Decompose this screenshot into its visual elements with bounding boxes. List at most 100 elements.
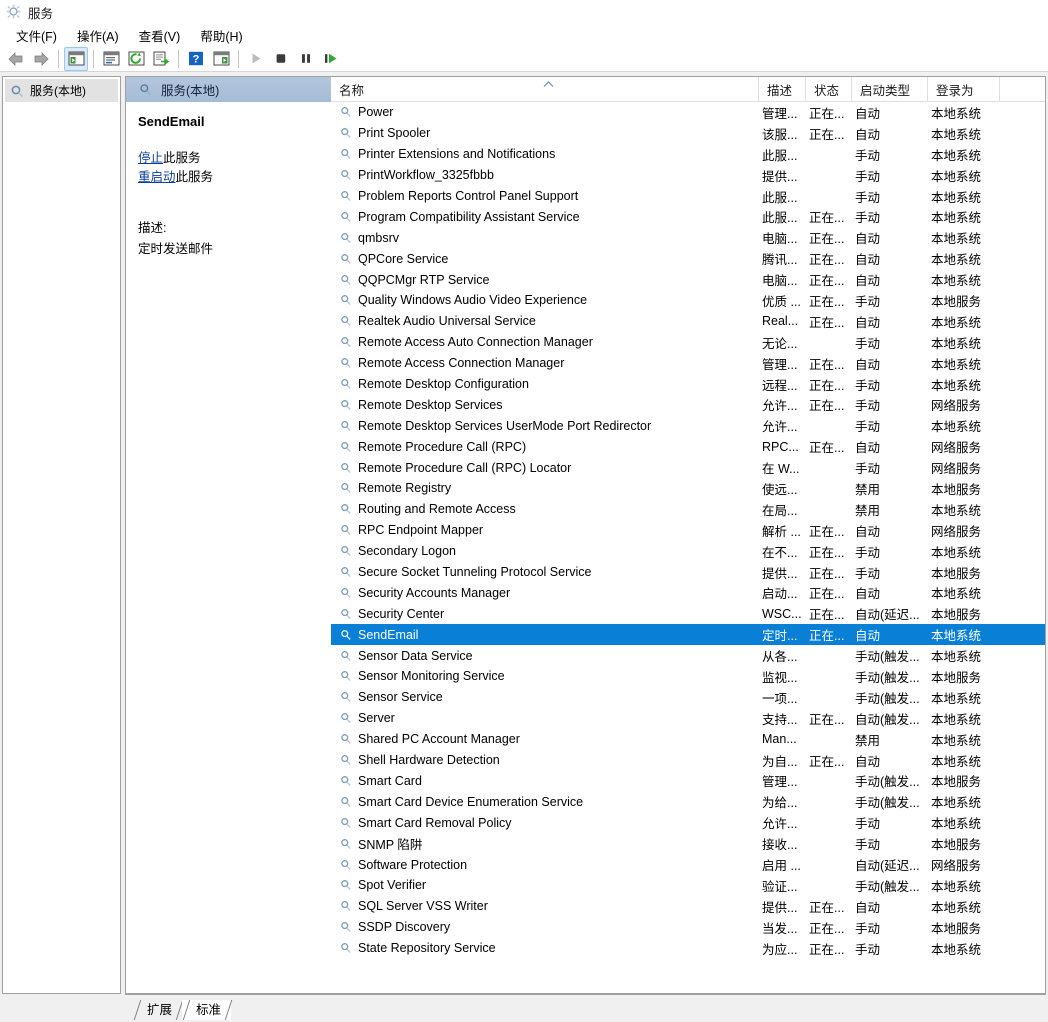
service-row[interactable]: Routing and Remote Access 在局... 禁用 本地系统 xyxy=(331,499,1045,520)
service-row[interactable]: Sensor Service 一项... 手动(触发... 本地系统 xyxy=(331,687,1045,708)
service-row[interactable]: Smart Card 管理... 手动(触发... 本地服务 xyxy=(331,771,1045,792)
service-gear-icon xyxy=(339,586,353,600)
toolbar-pause-service[interactable] xyxy=(294,47,318,71)
toolbar-export-list[interactable] xyxy=(149,47,173,71)
service-row[interactable]: Quality Windows Audio Video Experience 优质… xyxy=(331,290,1045,311)
tree-node-services-local[interactable]: 服务(本地) xyxy=(5,79,118,102)
service-row[interactable]: Secondary Logon 在不... 正在... 手动 本地系统 xyxy=(331,541,1045,562)
service-row[interactable]: Shared PC Account Manager Man... 禁用 本地系统 xyxy=(331,729,1045,750)
service-startup-type-cell: 手动(触发... xyxy=(855,691,920,706)
service-row[interactable]: Sensor Data Service 从各... 手动(触发... 本地系统 xyxy=(331,645,1045,666)
service-status-cell: 正在... xyxy=(809,127,845,142)
service-row[interactable]: Server 支持... 正在... 自动(触发... 本地系统 xyxy=(331,708,1045,729)
service-row[interactable]: SQL Server VSS Writer 提供... 正在... 自动 本地系统 xyxy=(331,896,1045,917)
service-row[interactable]: Problem Reports Control Panel Support 此服.… xyxy=(331,186,1045,207)
service-row[interactable]: Print Spooler 该服... 正在... 自动 本地系统 xyxy=(331,123,1045,144)
toolbar-forward[interactable] xyxy=(29,47,53,71)
service-startup-type-cell: 自动 xyxy=(855,127,881,142)
service-name-label: State Repository Service xyxy=(358,941,496,956)
menu-help[interactable]: 帮助(H) xyxy=(190,24,252,47)
service-description-cell: 提供... xyxy=(762,566,798,581)
service-row[interactable]: qmbsrv 电脑... 正在... 自动 本地系统 xyxy=(331,227,1045,248)
service-row[interactable]: Smart Card Device Enumeration Service 为给.… xyxy=(331,791,1045,812)
service-row[interactable]: QPCore Service 腾讯... 正在... 自动 本地系统 xyxy=(331,248,1045,269)
toolbar-show-action-pane[interactable] xyxy=(209,47,233,71)
toolbar-stop-service[interactable] xyxy=(269,47,293,71)
service-row[interactable]: SNMP 陷阱 接收... 手动 本地服务 xyxy=(331,833,1045,854)
column-header-name[interactable]: 名称 xyxy=(331,77,759,101)
stop-service-link[interactable]: 停止 xyxy=(138,151,163,165)
service-row[interactable]: Remote Procedure Call (RPC) Locator 在 W..… xyxy=(331,457,1045,478)
toolbar-show-hide-console-tree[interactable] xyxy=(64,46,88,71)
restart-service-link[interactable]: 重启动 xyxy=(138,170,176,184)
service-row[interactable]: Secure Socket Tunneling Protocol Service… xyxy=(331,562,1045,583)
toolbar-restart-service[interactable] xyxy=(319,47,343,71)
service-description-cell: 允许... xyxy=(762,399,798,414)
service-log-on-as-cell: 本地系统 xyxy=(931,274,982,289)
column-header-description[interactable]: 描述 xyxy=(759,77,806,101)
service-row[interactable]: Remote Registry 使远... 禁用 本地服务 xyxy=(331,478,1045,499)
service-description-cell: Man... xyxy=(762,732,797,747)
description-label: 描述: xyxy=(138,221,167,235)
service-name-cell: Smart Card Removal Policy xyxy=(331,816,759,830)
menu-view[interactable]: 查看(V) xyxy=(129,24,191,47)
service-row[interactable]: SSDP Discovery 当发... 正在... 手动 本地服务 xyxy=(331,917,1045,938)
service-row[interactable]: Remote Desktop Services 允许... 正在... 手动 网络服务 xyxy=(331,394,1045,415)
service-row[interactable]: Remote Access Auto Connection Manager 无论.… xyxy=(331,332,1045,353)
column-header-startup-type[interactable]: 启动类型 xyxy=(852,77,928,101)
service-gear-icon xyxy=(339,899,353,913)
column-header-status[interactable]: 状态 xyxy=(806,77,852,101)
service-description-cell: 远程... xyxy=(762,378,798,393)
service-row[interactable]: Remote Access Connection Manager 管理... 正在.… xyxy=(331,353,1045,374)
toolbar-properties[interactable] xyxy=(99,47,123,71)
service-description-cell: 验证... xyxy=(762,879,798,894)
service-row[interactable]: Remote Desktop Services UserMode Port Re… xyxy=(331,415,1045,436)
service-row[interactable]: Smart Card Removal Policy 允许... 手动 本地系统 xyxy=(331,812,1045,833)
service-row[interactable]: State Repository Service 为应... 正在... 手动 本地系统 xyxy=(331,938,1045,959)
service-row[interactable]: Remote Procedure Call (RPC) RPC... 正在... 自动… xyxy=(331,436,1045,457)
service-gear-icon xyxy=(339,732,353,746)
service-row[interactable]: Realtek Audio Universal Service Real... 正在… xyxy=(331,311,1045,332)
list-body[interactable]: Power 管理... 正在... 自动 本地系统 Print Spooler 该服... 正… xyxy=(331,102,1045,993)
service-startup-type-cell: 自动 xyxy=(855,253,881,268)
service-startup-type-cell: 手动 xyxy=(855,545,881,560)
service-log-on-as-cell: 本地系统 xyxy=(931,900,982,915)
service-gear-icon xyxy=(339,377,353,391)
service-startup-type-cell: 手动(触发... xyxy=(855,650,920,665)
service-row[interactable]: RPC Endpoint Mapper 解析 ... 正在... 自动 网络服务 xyxy=(331,520,1045,541)
service-row[interactable]: Spot Verifier 验证... 手动(触发... 本地系统 xyxy=(331,875,1045,896)
service-row[interactable]: Power 管理... 正在... 自动 本地系统 xyxy=(331,102,1045,123)
service-row[interactable]: QQPCMgr RTP Service 电脑... 正在... 自动 本地系统 xyxy=(331,269,1045,290)
service-row[interactable]: Shell Hardware Detection 为自... 正在... 自动 本地系统 xyxy=(331,750,1045,771)
tab-standard[interactable]: 标准 xyxy=(182,1000,232,1020)
tab-extended[interactable]: 扩展 xyxy=(133,1000,182,1020)
service-gear-icon xyxy=(339,628,353,642)
service-row[interactable]: Software Protection 启用 ... 自动(延迟... 网络服务 xyxy=(331,854,1045,875)
service-row[interactable]: Remote Desktop Configuration 远程... 正在... 手动… xyxy=(331,374,1045,395)
service-row[interactable]: Printer Extensions and Notifications 此服..… xyxy=(331,144,1045,165)
service-row[interactable]: Security Center WSC... 正在... 自动(延迟... 本地服务 xyxy=(331,603,1045,624)
selected-service-name: SendEmail xyxy=(138,114,205,129)
service-name-label: Smart Card xyxy=(358,773,422,788)
column-header-name-label: 名称 xyxy=(339,83,365,98)
menu-file[interactable]: 文件(F) xyxy=(6,24,67,47)
service-gear-icon xyxy=(339,293,353,307)
toolbar-refresh[interactable] xyxy=(124,47,148,71)
service-row[interactable]: Program Compatibility Assistant Service 此… xyxy=(331,206,1045,227)
toolbar-back[interactable] xyxy=(4,47,28,71)
service-gear-icon xyxy=(339,189,353,203)
stop-service-line: 停止此服务 xyxy=(138,149,319,168)
service-gear-icon xyxy=(339,105,353,119)
menu-action[interactable]: 操作(A) xyxy=(67,24,129,47)
service-row[interactable]: Sensor Monitoring Service 监视... 手动(触发... 本地… xyxy=(331,666,1045,687)
service-row[interactable]: PrintWorkflow_3325fbbb 提供... 手动 本地系统 xyxy=(331,165,1045,186)
service-row[interactable]: Security Accounts Manager 启动... 正在... 自动 本地系… xyxy=(331,582,1045,603)
service-startup-type-cell: 自动 xyxy=(855,629,881,644)
column-header-log-on-as[interactable]: 登录为 xyxy=(928,77,1000,101)
service-description-cell: 提供... xyxy=(762,900,798,915)
services-node-icon xyxy=(9,83,25,99)
service-description-cell: 当发... xyxy=(762,921,798,936)
service-row[interactable]: SendEmail 定时... 正在... 自动 本地系统 xyxy=(331,624,1045,646)
toolbar-start-service[interactable] xyxy=(244,47,268,71)
toolbar-help[interactable]: ? xyxy=(184,47,208,71)
